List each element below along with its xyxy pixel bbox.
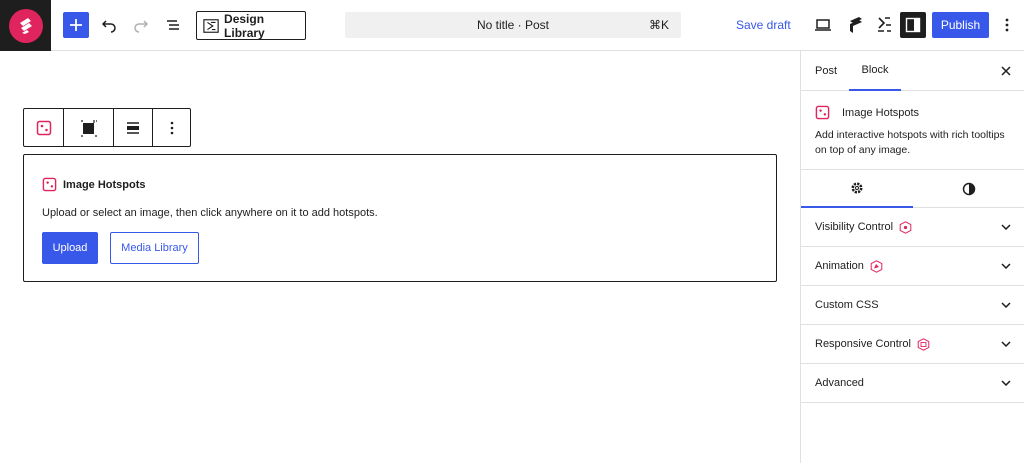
placeholder-header: Image Hotspots: [42, 177, 146, 192]
contrast-icon: [962, 182, 976, 196]
placeholder-title: Image Hotspots: [63, 178, 146, 191]
tab-block[interactable]: Block: [849, 51, 901, 91]
media-library-button[interactable]: Media Library: [110, 232, 199, 264]
sidebar-toggle-icon: [905, 17, 921, 33]
block-options-button[interactable]: [153, 109, 190, 146]
image-hotspots-placeholder: Image Hotspots Upload or select an image…: [23, 154, 777, 282]
save-draft-button[interactable]: Save draft: [736, 18, 791, 32]
upload-button[interactable]: Upload: [42, 232, 98, 264]
block-card-description: Add interactive hotspots with rich toolt…: [815, 129, 1005, 156]
pro-badge-icon: [917, 337, 930, 351]
image-hotspots-icon: [42, 177, 57, 192]
pro-badge-icon: [870, 259, 883, 273]
document-title: No title · Post: [476, 18, 550, 32]
publish-button[interactable]: Publish: [932, 12, 989, 38]
chevron-down-icon: [1000, 299, 1012, 311]
crop-select-icon: [80, 119, 97, 137]
design-tools-button[interactable]: [873, 12, 895, 38]
panel-responsive-control[interactable]: Responsive Control: [801, 325, 1024, 364]
undo-button[interactable]: [97, 12, 121, 38]
chevron-down-icon: [1000, 377, 1012, 389]
image-hotspots-icon: [815, 105, 830, 120]
align-full-icon: [127, 121, 139, 134]
panel-label: Visibility Control: [815, 221, 894, 233]
preview-button[interactable]: [812, 12, 834, 38]
more-vertical-icon: [1005, 18, 1009, 32]
panel-label: Custom CSS: [815, 299, 879, 311]
panel-label: Responsive Control: [815, 338, 911, 350]
close-sidebar-button[interactable]: [998, 63, 1014, 79]
design-library-icon: [203, 18, 219, 33]
image-hotspots-icon: [36, 120, 51, 135]
chevron-down-icon: [1000, 221, 1012, 233]
panel-visibility-control[interactable]: Visibility Control: [801, 208, 1024, 247]
panel-custom-css[interactable]: Custom CSS: [801, 286, 1024, 325]
settings-sidebar: Post Block Image Hotspots Add interactiv…: [800, 51, 1024, 463]
add-block-button[interactable]: [63, 12, 89, 38]
block-card-title: Image Hotspots: [842, 106, 920, 119]
command-shortcut: ⌘K: [648, 18, 669, 32]
plugin-logo-icon: [850, 17, 862, 33]
design-library-button[interactable]: Design Library: [196, 11, 306, 40]
align-button[interactable]: [114, 109, 153, 146]
editor-canvas[interactable]: Image Hotspots Upload or select an image…: [0, 51, 800, 463]
block-card-header: Image Hotspots: [815, 105, 919, 120]
close-icon: [1001, 66, 1011, 76]
block-settings-subtabs: [801, 170, 1024, 208]
tab-post[interactable]: Post: [815, 51, 837, 91]
sidebar-tabs: Post Block: [801, 51, 1024, 91]
panel-advanced[interactable]: Advanced: [801, 364, 1024, 403]
chevron-down-icon: [1000, 260, 1012, 272]
plugin-button[interactable]: [845, 12, 867, 38]
block-card: Image Hotspots Add interactive hotspots …: [801, 91, 1024, 170]
editor-top-toolbar: Design Library No title · Post ⌘K Save d…: [0, 0, 1024, 51]
more-vertical-icon: [170, 121, 173, 134]
block-select-button[interactable]: [64, 109, 114, 146]
tab-styles[interactable]: [913, 170, 1024, 208]
chevron-down-icon: [1000, 338, 1012, 350]
tab-settings[interactable]: [801, 170, 913, 208]
design-tools-icon: [878, 17, 891, 32]
redo-icon: [134, 20, 149, 33]
panel-label: Advanced: [815, 377, 864, 389]
panel-animation[interactable]: Animation: [801, 247, 1024, 286]
design-library-label: Design Library: [224, 11, 265, 40]
laptop-icon: [815, 19, 831, 31]
panel-label: Animation: [815, 260, 864, 272]
plus-icon: [70, 19, 82, 31]
options-button[interactable]: [998, 12, 1016, 38]
document-overview-button[interactable]: [161, 12, 185, 38]
block-type-button[interactable]: [24, 109, 64, 146]
settings-toggle-button[interactable]: [900, 12, 926, 38]
gear-icon: [851, 182, 863, 194]
site-logo[interactable]: [0, 0, 51, 51]
list-view-icon: [167, 20, 179, 30]
placeholder-description: Upload or select an image, then click an…: [42, 207, 378, 219]
brand-logo-icon: [8, 8, 43, 43]
command-palette-bar[interactable]: No title · Post ⌘K: [345, 12, 681, 38]
undo-icon: [101, 20, 116, 33]
redo-button[interactable]: [129, 12, 153, 38]
block-toolbar: [23, 108, 191, 147]
pro-badge-icon: [899, 220, 912, 234]
